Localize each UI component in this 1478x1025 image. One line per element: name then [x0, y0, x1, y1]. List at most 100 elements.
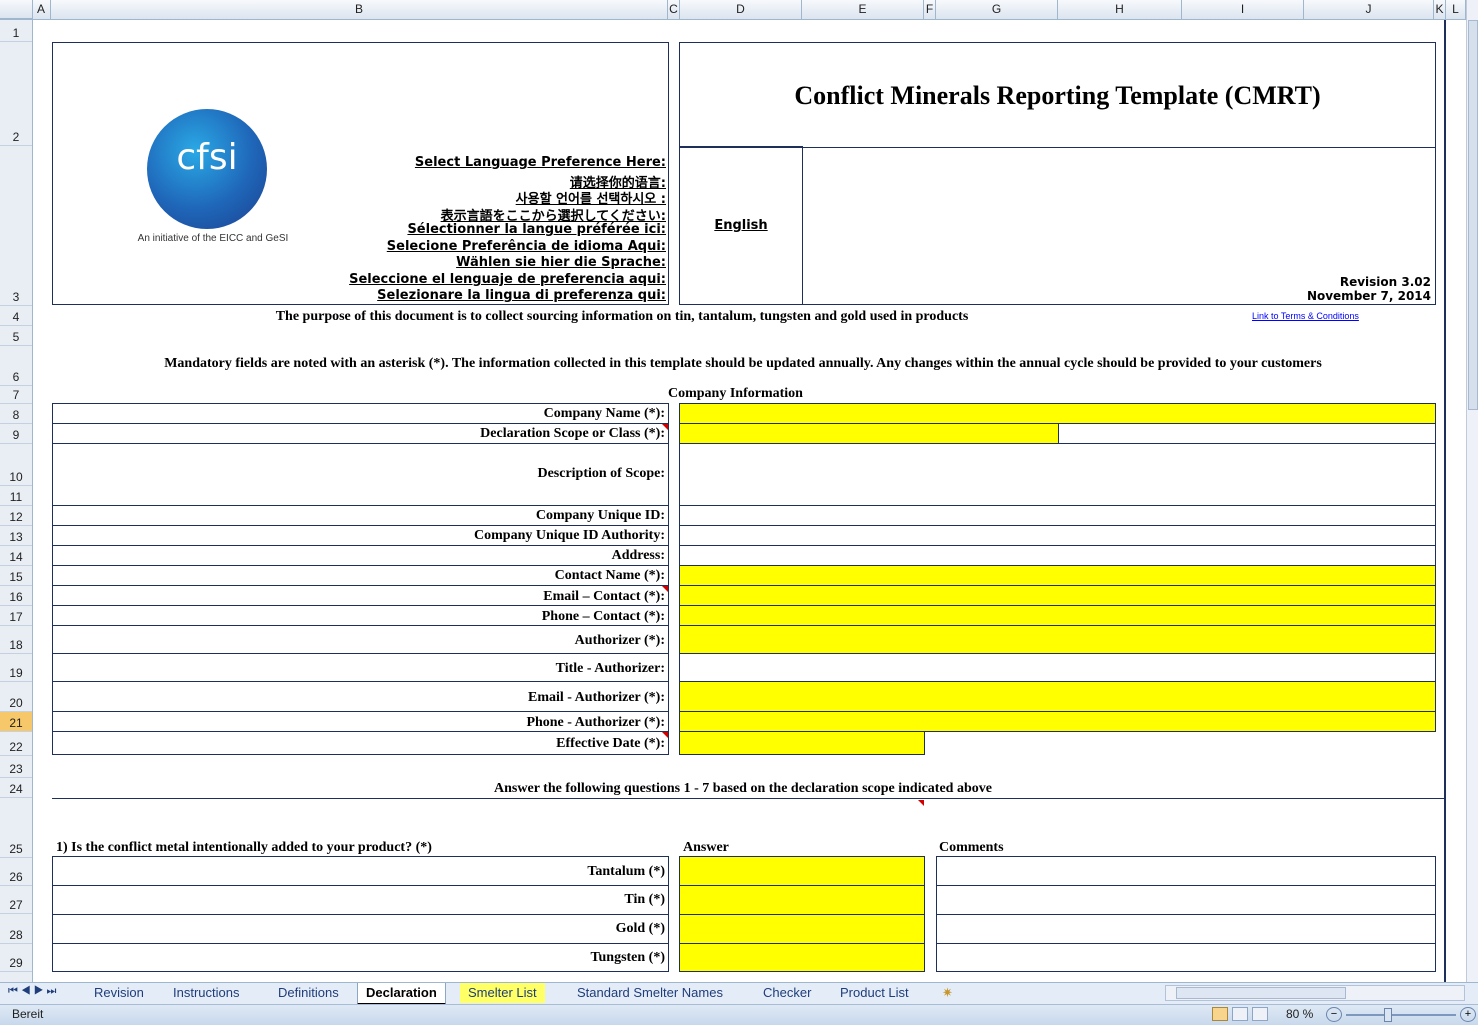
language-prompt: Sélectionner la langue préférée ici:	[407, 222, 666, 237]
page-layout-view-icon[interactable]	[1232, 1007, 1248, 1021]
tab-declaration[interactable]: Declaration	[357, 983, 446, 1005]
tab-revision[interactable]: Revision	[86, 983, 152, 1003]
label-cell: Company Name (*):	[52, 403, 669, 424]
page-break-view-icon[interactable]	[1252, 1007, 1268, 1021]
field-label-contact-name: Contact Name (*):	[554, 568, 665, 583]
metal-label-tin: Tin (*)	[624, 892, 665, 907]
selected-language: English	[714, 218, 768, 233]
language-select-cell[interactable]: English	[679, 146, 803, 305]
cfsi-logo: cfsi	[147, 109, 267, 229]
contact-name-input[interactable]	[679, 565, 1436, 586]
field-label-email-contact: Email – Contact (*):	[543, 589, 665, 604]
label-cell: Contact Name (*):	[52, 565, 669, 586]
revision-date: November 7, 2014	[1306, 289, 1431, 303]
comment-indicator[interactable]	[662, 732, 668, 738]
scope-filler-cell	[1058, 423, 1436, 444]
metal-label-cell: Tantalum (*)	[52, 856, 669, 886]
zoom-out-icon[interactable]: −	[1326, 1007, 1342, 1022]
label-cell: Address:	[52, 545, 669, 566]
company-unique-id-input[interactable]	[679, 505, 1436, 526]
field-label-authorizer: Authorizer (*):	[574, 633, 665, 648]
company-labels: Company Name (*): Declaration Scope or C…	[52, 403, 669, 755]
horizontal-scrollbar[interactable]	[1165, 985, 1465, 1001]
status-bar: Bereit 80 % − +	[0, 1004, 1478, 1025]
field-label-company-id-authority: Company Unique ID Authority:	[474, 528, 665, 543]
comment-indicator[interactable]	[662, 424, 668, 430]
language-prompt: Wählen sie hier die Sprache:	[456, 255, 666, 270]
logo-text: cfsi	[176, 137, 238, 178]
language-prompt: Select Language Preference Here:	[414, 155, 666, 170]
field-label-address: Address:	[611, 548, 665, 563]
tab-nav-arrows-icon[interactable]: ⏮◀▶⏭	[8, 985, 59, 998]
questions-intro: Answer the following questions 1 - 7 bas…	[494, 781, 992, 796]
logo-caption: An initiative of the EICC and GeSI	[137, 233, 289, 244]
field-label-declaration-scope: Declaration Scope or Class (*):	[480, 426, 665, 441]
normal-view-icon[interactable]	[1212, 1007, 1228, 1021]
scroll-thumb[interactable]	[1468, 20, 1478, 410]
comment-indicator[interactable]	[662, 586, 668, 592]
tab-product-list[interactable]: Product List	[832, 983, 917, 1003]
company-name-input[interactable]	[679, 403, 1436, 424]
zoom-level[interactable]: 80 %	[1286, 1007, 1313, 1021]
answer-gold-select[interactable]	[679, 914, 925, 944]
answer-column	[679, 856, 925, 972]
email-authorizer-input[interactable]	[679, 681, 1436, 712]
comment-tantalum-input[interactable]	[936, 856, 1436, 886]
answer-header: Answer	[683, 840, 729, 855]
company-section-title: Company Information	[668, 386, 803, 401]
label-cell: Phone - Authorizer (*):	[52, 711, 669, 732]
tab-definitions[interactable]: Definitions	[270, 983, 347, 1003]
mandatory-text: Mandatory fields are noted with an aster…	[164, 356, 1322, 371]
tab-checker[interactable]: Checker	[755, 983, 819, 1003]
field-label-phone-contact: Phone – Contact (*):	[541, 609, 665, 624]
metal-labels: Tantalum (*) Tin (*) Gold (*) Tungsten (…	[52, 856, 669, 972]
declaration-scope-select[interactable]	[679, 423, 1059, 444]
phone-contact-input[interactable]	[679, 605, 1436, 626]
vertical-scrollbar[interactable]	[1466, 0, 1478, 982]
answer-tin-select[interactable]	[679, 885, 925, 915]
authorizer-input[interactable]	[679, 625, 1436, 654]
answer-tungsten-select[interactable]	[679, 943, 925, 972]
label-cell: Declaration Scope or Class (*):	[52, 423, 669, 444]
terms-link[interactable]: Link to Terms & Conditions	[1252, 311, 1359, 321]
tab-standard-smelter-names[interactable]: Standard Smelter Names	[569, 983, 731, 1003]
comment-indicator[interactable]	[918, 800, 924, 806]
view-buttons	[1212, 1007, 1272, 1022]
zoom-slider-thumb[interactable]	[1384, 1008, 1392, 1022]
field-label-company-unique-id: Company Unique ID:	[535, 508, 665, 523]
field-label-company-name: Company Name (*):	[543, 406, 665, 421]
field-label-email-authorizer: Email - Authorizer (*):	[528, 690, 665, 705]
label-cell: Effective Date (*):	[52, 731, 669, 755]
label-cell: Title - Authorizer:	[52, 653, 669, 682]
sheet-right-border	[1444, 20, 1446, 982]
question-1: 1) Is the conflict metal intentionally a…	[56, 840, 432, 855]
address-input[interactable]	[679, 545, 1436, 566]
description-of-scope-input[interactable]	[679, 443, 1436, 506]
email-contact-input[interactable]	[679, 585, 1436, 606]
language-select-box: cfsi An initiative of the EICC and GeSI …	[52, 42, 669, 305]
title-authorizer-input[interactable]	[679, 653, 1436, 682]
title-box: Conflict Minerals Reporting Template (CM…	[679, 42, 1436, 148]
comment-gold-input[interactable]	[936, 914, 1436, 944]
zoom-in-icon[interactable]: +	[1460, 1007, 1476, 1022]
answer-tantalum-select[interactable]	[679, 856, 925, 886]
purpose-text: The purpose of this document is to colle…	[275, 309, 969, 324]
effective-date-input[interactable]	[679, 731, 925, 755]
horizontal-scroll-thumb[interactable]	[1176, 987, 1346, 999]
phone-authorizer-input[interactable]	[679, 711, 1436, 732]
metal-label-cell: Tungsten (*)	[52, 943, 669, 972]
tab-smelter-list[interactable]: Smelter List	[460, 983, 545, 1003]
sheet-area: cfsi An initiative of the EICC and GeSI …	[0, 0, 1466, 982]
insert-sheet-icon[interactable]: ✷	[942, 985, 953, 1001]
tab-instructions[interactable]: Instructions	[165, 983, 247, 1003]
zoom-slider[interactable]	[1346, 1014, 1456, 1016]
metal-label-cell: Tin (*)	[52, 885, 669, 915]
language-prompt: Selecione Preferência de idioma Aqui:	[386, 239, 666, 254]
company-id-authority-input[interactable]	[679, 525, 1436, 546]
comment-tin-input[interactable]	[936, 885, 1436, 915]
comments-header: Comments	[939, 840, 1004, 855]
comment-tungsten-input[interactable]	[936, 943, 1436, 972]
page-title: Conflict Minerals Reporting Template (CM…	[794, 81, 1321, 110]
label-cell: Description of Scope:	[52, 443, 669, 506]
sheet-tab-bar: ⏮◀▶⏭ Revision Instructions Definitions D…	[0, 982, 1478, 1005]
